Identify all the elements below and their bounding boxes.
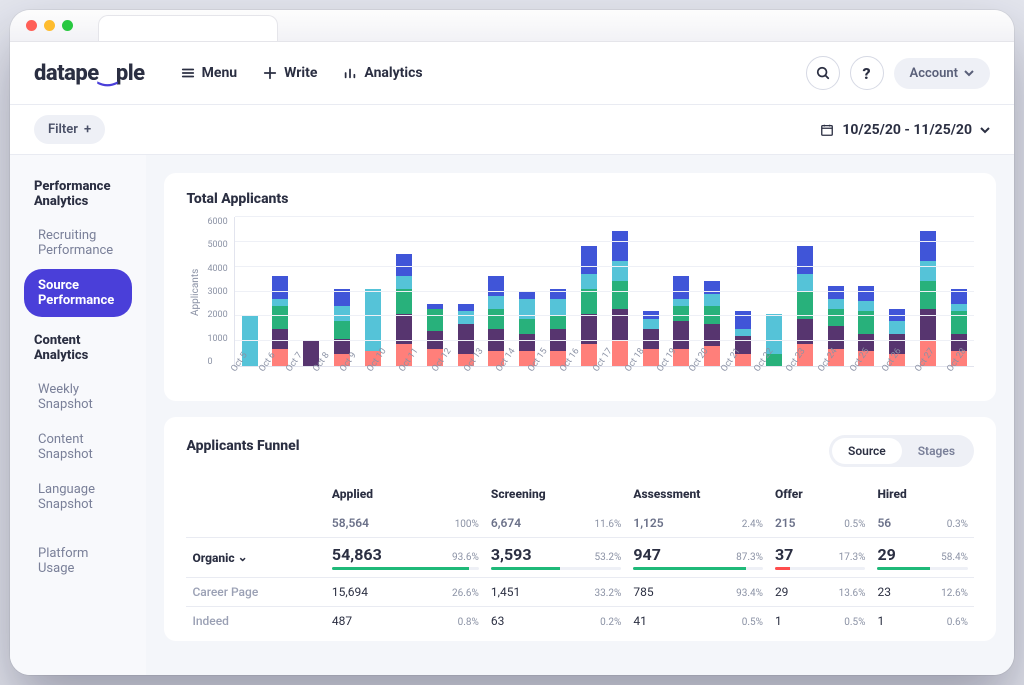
funnel-total-cell: 6,67411.6% [485,509,627,538]
nav-menu[interactable]: Menu [181,65,238,81]
filter-label: Filter [48,122,78,137]
y-axis-label: Applicants [186,217,201,367]
date-range-text: 10/25/20 - 11/25/20 [842,122,972,138]
app-logo[interactable]: datape‿ple [34,61,145,86]
app-body: Performance Analytics Recruiting Perform… [10,155,1014,675]
minimize-window-icon[interactable] [44,20,55,31]
nav-menu-label: Menu [202,65,238,81]
logo-smile-icon: ‿ [99,62,116,87]
sidebar-item[interactable]: Source Performance [24,269,132,317]
add-filter-button[interactable]: Filter + [34,115,105,144]
chart-title: Total Applicants [186,191,974,207]
funnel-cell: 2913.6% [769,578,872,607]
funnel-cell: 10.5% [769,607,872,636]
funnel-total-cell: 1,1252.4% [627,509,769,538]
funnel-row-label: Career Page [186,578,325,607]
logo-text-left: datape [34,61,99,86]
sidebar-group-title: Content Analytics [34,333,122,363]
funnel-cell: 15,69426.6% [326,578,485,607]
funnel-total-cell: 560.3% [871,509,974,538]
hamburger-icon [181,66,195,80]
browser-tab[interactable] [98,15,278,41]
filter-bar: Filter + 10/25/20 - 11/25/20 [10,105,1014,155]
chart-bar[interactable] [792,246,818,366]
account-menu[interactable]: Account [894,58,990,89]
funnel-column-header: Screening [485,479,627,509]
toggle-stages[interactable]: Stages [902,438,971,464]
nav-analytics-label: Analytics [364,65,422,81]
search-button[interactable] [806,56,840,90]
search-icon [816,66,830,80]
funnel-total-cell: 58,564100% [326,509,485,538]
funnel-cell: 2958.4% [871,538,974,578]
calendar-icon [820,123,834,137]
funnel-cell: 3717.3% [769,538,872,578]
funnel-view-toggle: Source Stages [829,435,974,467]
nav-write[interactable]: Write [263,65,317,81]
funnel-cell: 10.6% [871,607,974,636]
help-button[interactable]: ? [850,56,884,90]
chart-plot-area [234,217,974,367]
main-content: Total Applicants Applicants 600050004000… [146,155,1014,675]
funnel-cell: 2312.6% [871,578,974,607]
funnel-column-header: Hired [871,479,974,509]
x-axis-ticks: Oct 5Oct 6Oct 7Oct 8Oct 9Oct 10Oct 11Oct… [226,373,974,383]
funnel-cell: 94787.3% [627,538,769,578]
nav-write-label: Write [284,65,317,81]
sidebar-item[interactable]: Platform Usage [24,537,132,585]
funnel-cell: 3,59353.2% [485,538,627,578]
sidebar-item[interactable]: Recruiting Performance [24,219,132,267]
chart-bar[interactable] [607,231,633,366]
maximize-window-icon[interactable] [62,20,73,31]
funnel-column-header: Offer [769,479,872,509]
nav-analytics[interactable]: Analytics [343,65,422,81]
funnel-cell: 4870.8% [326,607,485,636]
sidebar-item[interactable]: Weekly Snapshot [24,373,132,421]
funnel-cell: 78593.4% [627,578,769,607]
funnel-cell: 630.2% [485,607,627,636]
sidebar-item[interactable]: Content Snapshot [24,423,132,471]
funnel-cell: 410.5% [627,607,769,636]
y-axis-ticks: 6000500040003000200010000 [201,217,233,367]
sidebar-group-title: Performance Analytics [34,179,122,209]
funnel-total-cell: 2150.5% [769,509,872,538]
total-applicants-card: Total Applicants Applicants 600050004000… [164,173,996,401]
chart-bar[interactable] [576,246,602,366]
funnel-row-label[interactable]: Organic ⌄ [186,538,325,578]
account-label: Account [910,66,958,81]
question-icon: ? [862,64,870,83]
sidebar: Performance Analytics Recruiting Perform… [10,155,146,675]
close-window-icon[interactable] [26,20,37,31]
sidebar-item[interactable]: Language Snapshot [24,473,132,521]
logo-text-right: ple [116,61,145,86]
window-titlebar [10,10,1014,42]
browser-window: datape‿ple Menu Write Analytics [10,10,1014,675]
bar-chart-icon [343,66,357,80]
funnel-cell: 1,45133.2% [485,578,627,607]
plus-icon [263,66,277,80]
toggle-source[interactable]: Source [832,438,902,464]
funnel-column-header: Assessment [627,479,769,509]
app-header: datape‿ple Menu Write Analytics [10,42,1014,105]
funnel-title: Applicants Funnel [186,438,299,454]
top-nav: Menu Write Analytics [181,65,423,81]
funnel-column-header: Applied [326,479,485,509]
funnel-cell: 54,86393.6% [326,538,485,578]
funnel-table: AppliedScreeningAssessmentOfferHired 58,… [186,479,974,635]
chevron-down-icon [964,68,974,78]
date-range-picker[interactable]: 10/25/20 - 11/25/20 [820,122,990,138]
chevron-down-icon [980,125,990,135]
funnel-row-label: Indeed [186,607,325,636]
applicants-funnel-card: Applicants Funnel Source Stages AppliedS… [164,417,996,641]
plus-icon: + [84,122,91,137]
